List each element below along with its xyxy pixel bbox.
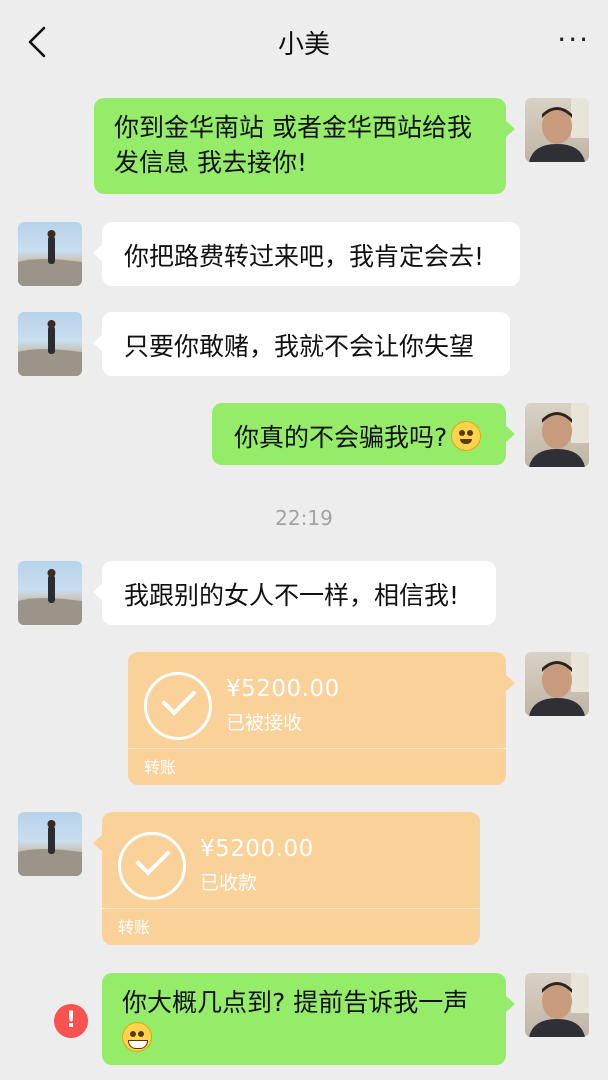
transfer-label: 转账 [118, 918, 151, 937]
my-avatar[interactable] [525, 973, 589, 1037]
message-timestamp: 22:19 [275, 506, 333, 530]
person-photo-icon [18, 569, 82, 625]
my-avatar[interactable] [525, 98, 589, 162]
message-bubble-received[interactable]: 你把路费转过来吧，我肯定会去! [93, 222, 520, 286]
send-failed-icon[interactable]: ! [54, 1004, 88, 1038]
message-text: 只要你敢赌，我就不会让你失望 [124, 332, 475, 361]
chat-title: 小美 [277, 30, 330, 60]
message-text: 你把路费转过来吧，我肯定会去! [124, 242, 485, 271]
contact-avatar[interactable] [18, 812, 82, 876]
transfer-card-sent[interactable]: ¥5200.00 已被接收 转账 [128, 652, 515, 785]
my-avatar[interactable] [525, 403, 589, 467]
message-text: 你到金华南站 或者金华西站给我发信息 我去接你! [114, 113, 472, 177]
transfer-amount: ¥5200.00 [226, 676, 340, 702]
person-photo-icon [529, 973, 589, 1037]
person-photo-icon [529, 403, 589, 467]
transfer-status: 已被接收 [226, 712, 303, 734]
divider [102, 908, 480, 909]
my-avatar[interactable] [525, 652, 589, 716]
flushed-face-icon [451, 421, 482, 451]
message-bubble-received[interactable]: 只要你敢赌，我就不会让你失望 [93, 312, 510, 376]
message-bubble-sent[interactable]: 你真的不会骗我吗? [212, 403, 515, 465]
contact-avatar[interactable] [18, 222, 82, 286]
divider [128, 748, 506, 749]
message-bubble-sent[interactable]: 你到金华南站 或者金华西站给我发信息 我去接你! [94, 98, 515, 194]
check-circle-icon [118, 832, 186, 900]
person-photo-icon [529, 652, 589, 716]
contact-avatar[interactable] [18, 561, 82, 625]
person-photo-icon [18, 820, 82, 876]
person-photo-icon [529, 98, 589, 162]
chat-header: 小美 ··· [0, 0, 608, 84]
transfer-card-received[interactable]: ¥5200.00 已收款 转账 [93, 812, 480, 945]
message-text: 我跟别的女人不一样，相信我! [124, 581, 460, 610]
contact-avatar[interactable] [18, 312, 82, 376]
message-text: 你大概几点到? 提前告诉我一声 [122, 988, 469, 1017]
transfer-label: 转账 [144, 758, 177, 777]
transfer-status: 已收款 [200, 872, 258, 894]
message-text: 你真的不会骗我吗? [234, 423, 448, 452]
person-photo-icon [18, 230, 82, 286]
message-bubble-sent[interactable]: 你大概几点到? 提前告诉我一声 [102, 973, 515, 1065]
transfer-amount: ¥5200.00 [200, 836, 314, 862]
message-bubble-received[interactable]: 我跟别的女人不一样，相信我! [93, 561, 496, 625]
person-photo-icon [18, 320, 82, 376]
check-circle-icon [144, 672, 212, 740]
grinning-face-icon [122, 1022, 152, 1052]
more-dots-icon[interactable]: ··· [557, 26, 590, 54]
